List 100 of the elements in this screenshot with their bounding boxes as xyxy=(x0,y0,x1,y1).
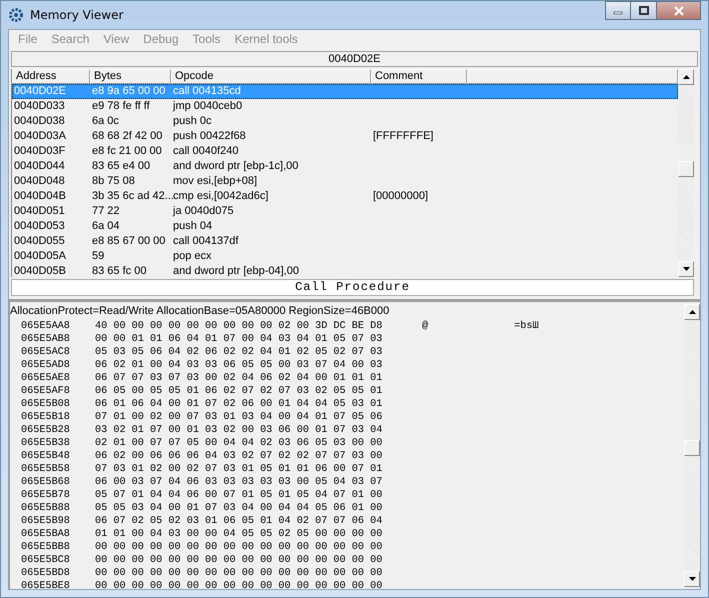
table-cell-text: 0040D02E xyxy=(13,84,67,99)
hex-address: 065E5AC8 xyxy=(21,346,71,359)
maximize-button[interactable] xyxy=(631,1,657,20)
hex-bytes: 05 07 01 04 04 06 00 07 01 05 01 05 04 07 01 00 xyxy=(95,489,384,502)
address-field: 0040D02E xyxy=(11,51,698,67)
scroll-up-button[interactable] xyxy=(678,69,694,85)
hex-bytes: 07 03 01 02 00 02 07 03 01 05 01 01 06 00 07 01 xyxy=(95,463,384,476)
hex-address: 065E5BA8 xyxy=(21,528,71,541)
table-cell-text: 6a 0c xyxy=(91,114,120,129)
hex-bytes: 06 07 07 03 07 03 00 02 04 06 02 04 00 01 01 01 xyxy=(95,372,384,385)
hex-bytes: 00 00 00 00 00 00 00 00 00 00 00 00 00 00 00 00 xyxy=(95,567,384,580)
disassembly-row[interactable]: 0040D055 e8 85 67 00 00 call 004137df xyxy=(12,234,678,249)
gear-icon xyxy=(8,7,24,23)
hex-address: 065E5BE8 xyxy=(21,580,71,589)
down-arrow-icon xyxy=(682,267,690,271)
table-cell-text: 0040D048 xyxy=(13,174,66,189)
table-cell-text: 0040D044 xyxy=(13,159,66,174)
table-cell-text: 83 65 fc 00 xyxy=(91,264,148,277)
hex-address: 065E5B58 xyxy=(21,463,71,476)
hex-bytes: 06 02 00 06 06 06 04 03 02 07 02 02 07 07 03 00 xyxy=(95,450,384,463)
table-cell-text: push 04 xyxy=(172,219,214,234)
table-cell-text: 0040D05B xyxy=(13,264,67,277)
disassembly-row[interactable]: 0040D05B 83 65 fc 00 and dword ptr [ebp-04],00 xyxy=(12,264,678,277)
hex-bytes: 06 02 01 00 04 03 03 06 05 05 00 03 07 04 00 03 xyxy=(95,359,384,372)
hex-address: 065E5B48 xyxy=(21,450,71,463)
scroll-thumb[interactable] xyxy=(684,440,700,456)
table-cell-text: 6a 04 xyxy=(91,219,121,234)
table-cell-text: call 0040f240 xyxy=(172,144,240,159)
table-cell-text: 0040D03F xyxy=(13,144,66,159)
hex-bytes: 03 02 01 07 00 01 03 02 00 03 06 00 01 07 03 04 xyxy=(95,424,384,437)
hex-address: 065E5BD8 xyxy=(21,567,71,580)
scroll-down-button[interactable] xyxy=(678,261,694,277)
scrollbar[interactable] xyxy=(684,304,700,587)
disassembly-row[interactable]: 0040D053 6a 04 push 04 xyxy=(12,219,678,234)
ascii-text: @ xyxy=(422,320,428,333)
disassembly-row[interactable]: 0040D03F e8 fc 21 00 00 call 0040f240 xyxy=(12,144,678,159)
hex-bytes: 02 01 00 07 07 05 00 04 04 02 03 06 05 03 00 00 xyxy=(95,437,384,450)
table-cell-text: pop ecx xyxy=(172,249,213,264)
up-arrow-icon xyxy=(682,75,690,79)
table-cell-text: 0040D05A xyxy=(13,249,67,264)
up-arrow-icon xyxy=(688,310,696,314)
table-cell-text: cmp esi,[0042ad6c] xyxy=(173,189,270,204)
table-cell-text: [00000000] xyxy=(372,189,430,204)
table-cell-text: 0040D04B xyxy=(13,189,67,204)
table-cell-text: e8 85 67 00 00 xyxy=(91,234,166,249)
hex-bytes: 06 01 06 04 00 01 07 02 06 00 01 04 04 05 03 01 xyxy=(95,398,384,411)
hex-address: 065E5AE8 xyxy=(21,372,71,385)
table-cell-text: call 004137df xyxy=(172,234,240,249)
table-cell-text: 83 65 e4 00 xyxy=(91,159,152,174)
hex-address: 065E5AA8 xyxy=(21,320,71,333)
disassembly-row[interactable]: 0040D033 e9 78 fe ff ff jmp 0040ceb0 xyxy=(12,99,678,114)
scroll-thumb[interactable] xyxy=(678,161,694,177)
hex-bytes: 07 01 00 02 00 07 03 01 03 04 00 04 01 07 05 06 xyxy=(95,411,384,424)
table-cell-text: mov esi,[ebp+08] xyxy=(172,174,258,189)
scroll-down-button[interactable] xyxy=(684,571,700,587)
hex-bytes: 00 00 01 01 06 04 01 07 00 04 03 04 01 05 07 03 xyxy=(95,333,384,346)
maximize-icon xyxy=(638,6,648,16)
close-icon xyxy=(674,6,684,16)
hex-address: 065E5B28 xyxy=(21,424,71,437)
hex-bytes: 00 00 00 00 00 00 00 00 00 00 00 00 00 00 00 00 xyxy=(95,554,384,567)
hex-bytes: 00 00 00 00 00 00 00 00 00 00 00 00 00 00 00 00 xyxy=(95,580,384,589)
table-cell-text: 0040D038 xyxy=(13,114,66,129)
region-info: AllocationProtect=Read/Write AllocationBase=05A80000 RegionSize=46B000 xyxy=(10,304,390,318)
table-cell-text: 0040D033 xyxy=(13,99,66,114)
column-header[interactable]: Comment xyxy=(371,69,467,84)
column-header[interactable]: Opcode xyxy=(171,69,371,84)
hex-bytes: 00 00 00 00 00 00 00 00 00 00 00 00 00 00 00 00 xyxy=(95,541,384,554)
scrollbar[interactable] xyxy=(678,69,694,277)
hex-bytes: 40 00 00 00 00 00 00 00 00 00 02 00 3D DC BE D8 xyxy=(95,320,384,333)
table-cell-text: 0040D051 xyxy=(13,204,66,219)
table-cell-text: e8 fc 21 00 00 xyxy=(91,144,163,159)
close-button[interactable] xyxy=(657,1,701,20)
hex-address: 065E5B38 xyxy=(21,437,71,450)
scroll-up-button[interactable] xyxy=(684,304,700,320)
table-cell-text: 68 68 2f 42 00 xyxy=(91,129,164,144)
minimize-button[interactable] xyxy=(605,1,631,20)
table-cell-text: and dword ptr [ebp-04],00 xyxy=(172,264,300,277)
table-cell-text: 59 xyxy=(91,249,106,264)
hex-address: 065E5B98 xyxy=(21,515,71,528)
disassembly-row[interactable]: 0040D03A 68 68 2f 42 00 push 00422f68 [FFFFFFFE] xyxy=(12,129,678,144)
hex-address: 065E5B18 xyxy=(21,411,71,424)
table-cell-text: 0040D053 xyxy=(13,219,66,234)
hex-address: 065E5BC8 xyxy=(21,554,71,567)
disassembly-row[interactable]: 0040D05A 59 pop ecx xyxy=(12,249,678,264)
disassembly-row[interactable]: 0040D044 83 65 e4 00 and dword ptr [ebp-1c],00 xyxy=(12,159,678,174)
column-header[interactable]: Bytes xyxy=(90,69,171,84)
hex-address: 065E5AD8 xyxy=(21,359,71,372)
disassembly-row[interactable]: 0040D038 6a 0c push 0c xyxy=(12,114,678,129)
hex-bytes: 06 07 02 05 02 03 01 06 05 01 04 02 07 07 06 04 xyxy=(95,515,384,528)
hex-address: 065E5AB8 xyxy=(21,333,71,346)
hex-bytes: 01 01 00 04 03 00 00 04 05 05 02 05 00 00 00 00 xyxy=(95,528,384,541)
disassembly-row[interactable]: 0040D051 77 22 ja 0040d075 xyxy=(12,204,678,219)
table-cell-text: 3b 35 6c ad 42... xyxy=(91,189,171,204)
disassembly-row[interactable]: 0040D048 8b 75 08 mov esi,[ebp+08] xyxy=(12,174,678,189)
table-cell-text: push 00422f68 xyxy=(172,129,247,144)
hex-address: 065E5B88 xyxy=(21,502,71,515)
column-header[interactable]: Address xyxy=(12,69,90,84)
disassembly-row[interactable]: 0040D04B 3b 35 6c ad 42...cmp esi,[0042ad6c] [00000000] xyxy=(12,189,678,204)
table-cell-text: [FFFFFFFE] xyxy=(372,129,434,144)
table-cell-text: 0040D03A xyxy=(13,129,67,144)
